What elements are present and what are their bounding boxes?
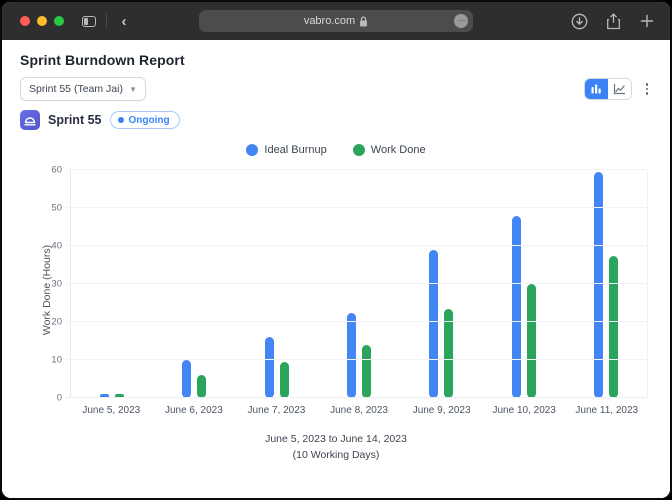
legend-item[interactable]: Work Done bbox=[353, 144, 426, 156]
back-button[interactable]: ‹ bbox=[113, 10, 135, 32]
y-tick-label: 40 bbox=[51, 241, 62, 252]
bar-group bbox=[565, 170, 647, 398]
y-tick-label: 60 bbox=[51, 165, 62, 176]
x-axis-labels: June 5, 2023June 6, 2023June 7, 2023June… bbox=[70, 405, 648, 416]
gridline bbox=[66, 169, 647, 170]
back-chevron-icon: ‹ bbox=[122, 13, 127, 30]
x-tick-label: June 8, 2023 bbox=[318, 405, 401, 416]
x-tick-label: June 5, 2023 bbox=[70, 405, 153, 416]
y-tick-label: 20 bbox=[51, 317, 62, 328]
zoom-window-button[interactable] bbox=[54, 16, 64, 26]
x-axis-title-line1: June 5, 2023 to June 14, 2023 bbox=[20, 433, 652, 445]
line-chart-view-button[interactable] bbox=[608, 79, 631, 99]
page-settings-icon[interactable]: ⋯ bbox=[454, 14, 468, 28]
bar bbox=[182, 360, 191, 398]
status-label: Ongoing bbox=[129, 115, 170, 126]
share-button[interactable] bbox=[602, 10, 624, 32]
kebab-menu-button[interactable] bbox=[642, 81, 653, 97]
gridline bbox=[66, 207, 647, 208]
gridline bbox=[66, 245, 647, 246]
page-title: Sprint Burndown Report bbox=[20, 52, 652, 68]
chart-legend: Ideal Burnup Work Done bbox=[20, 144, 652, 156]
x-axis-title-line2: (10 Working Days) bbox=[20, 449, 652, 461]
bar bbox=[197, 375, 206, 398]
legend-dot-icon bbox=[246, 144, 258, 156]
status-dot-icon bbox=[118, 117, 124, 123]
x-tick-label: June 7, 2023 bbox=[235, 405, 318, 416]
bar-group bbox=[236, 170, 318, 398]
new-tab-button[interactable] bbox=[636, 10, 658, 32]
browser-chrome: ‹ vabro.com ⋯ bbox=[2, 2, 670, 40]
bar bbox=[347, 313, 356, 399]
legend-label: Ideal Burnup bbox=[264, 144, 326, 156]
traffic-lights bbox=[20, 16, 64, 26]
bar bbox=[280, 362, 289, 398]
bar bbox=[429, 250, 438, 398]
line-chart-icon bbox=[613, 83, 626, 95]
chrome-divider bbox=[106, 14, 107, 28]
chart-view-toggle bbox=[584, 78, 632, 100]
bar-chart-icon bbox=[590, 83, 602, 95]
browser-window: ‹ vabro.com ⋯ bbox=[0, 0, 672, 500]
url-text: vabro.com bbox=[304, 15, 355, 27]
bar bbox=[512, 216, 521, 398]
bar-group bbox=[400, 170, 482, 398]
bar bbox=[444, 309, 453, 398]
legend-dot-icon bbox=[353, 144, 365, 156]
legend-item[interactable]: Ideal Burnup bbox=[246, 144, 326, 156]
chevron-down-icon: ▼ bbox=[129, 85, 137, 94]
bar-chart-view-button[interactable] bbox=[585, 79, 608, 99]
bar bbox=[527, 284, 536, 398]
bar-group bbox=[318, 170, 400, 398]
close-window-button[interactable] bbox=[20, 16, 30, 26]
chrome-actions bbox=[568, 10, 658, 32]
page-content: Sprint Burndown Report Sprint 55 (Team J… bbox=[2, 40, 670, 498]
y-axis-ticks: 0102030405060 bbox=[36, 170, 70, 398]
sprint-selector-value: Sprint 55 (Team Jai) bbox=[29, 83, 123, 95]
download-icon bbox=[571, 13, 588, 30]
sidebar-toggle-button[interactable] bbox=[78, 10, 100, 32]
bar-group bbox=[71, 170, 153, 398]
bar bbox=[265, 337, 274, 398]
lock-icon bbox=[359, 16, 368, 27]
plus-icon bbox=[640, 14, 654, 28]
bar-group bbox=[482, 170, 564, 398]
x-tick-label: June 9, 2023 bbox=[400, 405, 483, 416]
sprint-selector-dropdown[interactable]: Sprint 55 (Team Jai) ▼ bbox=[20, 77, 146, 101]
bar-group bbox=[153, 170, 235, 398]
gridline bbox=[66, 321, 647, 322]
sprint-glyph-icon bbox=[24, 115, 36, 126]
sprint-name: Sprint 55 bbox=[48, 113, 102, 127]
sprint-icon bbox=[20, 110, 40, 130]
gridline bbox=[66, 359, 647, 360]
x-tick-label: June 11, 2023 bbox=[565, 405, 648, 416]
share-icon bbox=[606, 13, 621, 30]
status-badge: Ongoing bbox=[110, 111, 180, 129]
y-tick-label: 30 bbox=[51, 279, 62, 290]
legend-label: Work Done bbox=[371, 144, 426, 156]
sprint-row: Sprint 55 Ongoing bbox=[20, 110, 652, 130]
bar-groups bbox=[71, 170, 647, 398]
address-bar[interactable]: vabro.com ⋯ bbox=[199, 10, 473, 32]
sidebar-icon bbox=[82, 16, 96, 27]
y-tick-label: 10 bbox=[51, 355, 62, 366]
chart: Work Done (Hours) 0102030405060 bbox=[20, 170, 652, 398]
x-tick-label: June 6, 2023 bbox=[153, 405, 236, 416]
y-tick-label: 0 bbox=[57, 393, 62, 404]
bar bbox=[362, 345, 371, 398]
minimize-window-button[interactable] bbox=[37, 16, 47, 26]
y-axis-title-col: Work Done (Hours) bbox=[20, 170, 36, 398]
y-tick-label: 50 bbox=[51, 203, 62, 214]
downloads-button[interactable] bbox=[568, 10, 590, 32]
controls-row: Sprint 55 (Team Jai) ▼ bbox=[20, 77, 652, 101]
gridline bbox=[66, 283, 647, 284]
gridline bbox=[66, 397, 647, 398]
x-tick-label: June 10, 2023 bbox=[483, 405, 566, 416]
plot-area bbox=[70, 170, 648, 398]
bar bbox=[609, 256, 618, 399]
bar bbox=[594, 172, 603, 398]
